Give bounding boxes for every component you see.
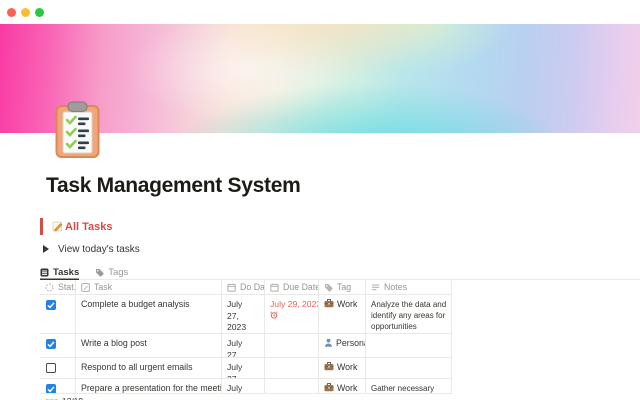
view-tabbar: Tasks Tags	[40, 265, 640, 280]
tag-label: Work	[337, 299, 358, 309]
column-header-tag[interactable]: Tag	[319, 280, 366, 294]
column-header-status[interactable]: Stat...	[40, 280, 76, 294]
status-icon	[45, 282, 54, 292]
calendar-icon	[227, 283, 236, 292]
toggle-triangle-icon[interactable]	[43, 245, 49, 253]
task-title-cell[interactable]: Prepare a presentation for the meeting	[76, 379, 222, 393]
notes-icon	[371, 283, 380, 292]
tag-icon	[324, 283, 333, 292]
notion-window: Task Management System All Tasks View to…	[0, 0, 640, 400]
minimize-window-button[interactable]	[21, 7, 30, 17]
tag-label: Work	[337, 362, 358, 372]
do-date-cell[interactable]: July 27, 2023	[222, 334, 265, 357]
tag-cell[interactable]: Work	[319, 358, 366, 378]
tag-icon	[95, 268, 104, 277]
zoom-window-button[interactable]	[35, 7, 44, 17]
person-icon	[324, 338, 333, 347]
status-cell	[40, 334, 76, 357]
due-date-cell[interactable]	[265, 358, 319, 378]
briefcase-icon	[324, 362, 334, 371]
toggle-label: View today's tasks	[58, 243, 140, 255]
calendar-icon	[270, 283, 279, 292]
tag-cell[interactable]: Work	[319, 379, 366, 393]
all-tasks-callout[interactable]: All Tasks	[40, 218, 640, 235]
checkbox-calc[interactable]: LETE 12/19	[40, 396, 640, 400]
alarm-clock-icon	[270, 311, 310, 319]
task-title-cell[interactable]: Complete a budget analysis	[76, 295, 222, 333]
notes-cell[interactable]: Gather necessary	[366, 379, 452, 393]
table-row: Complete a budget analysis July 27, 2023 J…	[40, 295, 452, 334]
column-header-do-date[interactable]: Do Date	[222, 280, 265, 294]
status-cell	[40, 379, 76, 393]
tag-cell[interactable]: Work	[319, 295, 366, 333]
column-header-due-date[interactable]: Due Date	[265, 280, 319, 294]
checkbox-unchecked[interactable]	[46, 363, 56, 373]
calc-value: 12/19	[62, 396, 83, 400]
tab-tasks-label: Tasks	[53, 266, 80, 278]
checkbox-checked[interactable]	[46, 339, 56, 349]
table-row: Respond to all urgent emailsJuly 27, 202…	[40, 358, 452, 379]
memo-icon	[52, 221, 63, 232]
tag-cell[interactable]: Personal	[319, 334, 366, 357]
tab-tasks[interactable]: Tasks	[40, 265, 79, 280]
window-titlebar	[0, 0, 640, 24]
overdue-date-text: July 29, 2023	[270, 299, 319, 309]
checkbox-checked[interactable]	[46, 300, 56, 310]
table-row: Prepare a presentation for the meeting Ju…	[40, 379, 452, 394]
toggle-view-todays-tasks[interactable]: View today's tasks	[40, 242, 640, 256]
do-date-cell[interactable]: July 27, 2023	[222, 295, 265, 333]
task-title-cell[interactable]: Write a blog post	[76, 334, 222, 357]
list-view-icon	[40, 268, 49, 277]
status-cell	[40, 358, 76, 378]
page-cover-image[interactable]	[0, 24, 640, 158]
page-title: Task Management System	[46, 174, 301, 197]
checkbox-checked[interactable]	[46, 384, 56, 393]
briefcase-icon	[324, 299, 334, 308]
tag-label: Personal	[336, 338, 365, 348]
clipboard-icon[interactable]	[55, 101, 100, 159]
status-cell	[40, 295, 76, 333]
do-date-cell[interactable]: July 27, 2023	[222, 358, 265, 378]
due-date-cell[interactable]	[265, 334, 319, 357]
notes-cell[interactable]	[366, 334, 452, 357]
pencil-square-icon	[81, 282, 90, 292]
column-header-task[interactable]: Task	[76, 280, 222, 294]
table-body: Complete a budget analysis July 27, 2023 J…	[40, 295, 452, 394]
notes-cell[interactable]	[366, 358, 452, 378]
due-date-cell[interactable]	[265, 379, 319, 393]
tag-label: Work	[337, 383, 358, 393]
task-title-cell[interactable]: Respond to all urgent emails	[76, 358, 222, 378]
tab-tags[interactable]: Tags	[95, 265, 128, 280]
do-date-cell[interactable]: July 27,	[222, 379, 265, 393]
close-window-button[interactable]	[7, 7, 16, 17]
table-row: Write a blog postJuly 27, 2023 Personal	[40, 334, 452, 358]
due-date-cell[interactable]: July 29, 2023	[265, 295, 319, 333]
tab-tags-label: Tags	[108, 266, 129, 278]
notes-cell[interactable]: Analyze the data and identify any areas …	[366, 295, 452, 333]
briefcase-icon	[324, 383, 334, 392]
table-header-row: Stat... Task Do Date	[40, 280, 452, 295]
column-header-notes[interactable]: Notes	[366, 280, 452, 294]
tasks-table: Stat... Task Do Date	[40, 280, 452, 394]
callout-label: All Tasks	[65, 220, 113, 233]
